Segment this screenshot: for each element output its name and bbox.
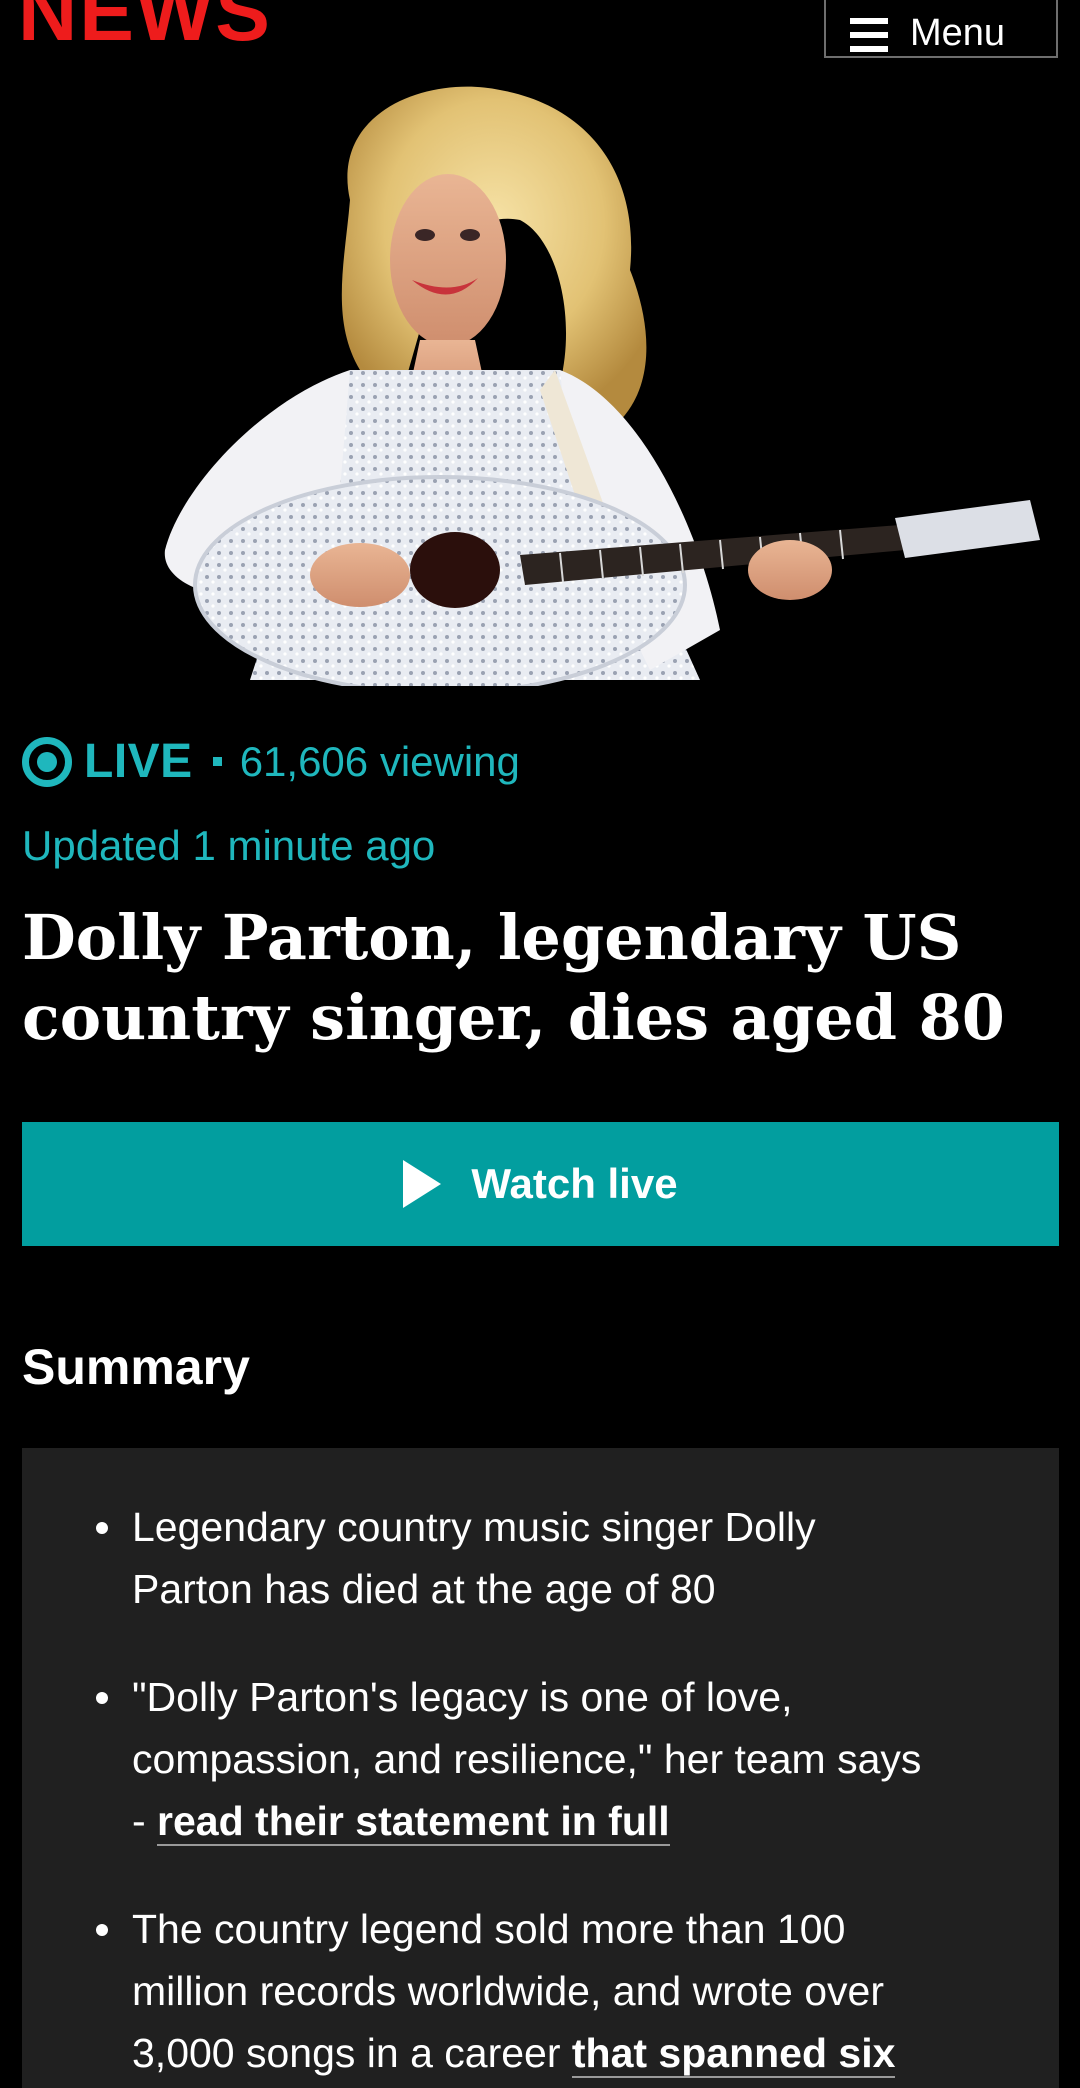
live-label: LIVE bbox=[84, 735, 193, 788]
article-headline: Dolly Parton, legendary US country singe… bbox=[22, 898, 1062, 1058]
menu-button[interactable]: Menu bbox=[824, 0, 1058, 58]
summary-text: "Dolly Parton's legacy is one of love, bbox=[132, 1674, 793, 1720]
separator-square-icon bbox=[212, 757, 222, 766]
summary-text: The country legend sold more than 100 bbox=[132, 1906, 846, 1952]
summary-item: "Dolly Parton's legacy is one of love, c… bbox=[22, 1666, 1059, 1852]
updated-timestamp: Updated 1 minute ago bbox=[22, 822, 436, 869]
watch-live-button[interactable]: Watch live bbox=[22, 1122, 1059, 1246]
photo-dolly-parton-guitar-icon bbox=[0, 70, 1080, 686]
hero-image bbox=[0, 70, 1080, 686]
career-link[interactable]: that spanned six bbox=[571, 2030, 896, 2078]
live-indicator-icon bbox=[22, 736, 72, 787]
summary-box: Legendary country music singer Dolly Par… bbox=[22, 1448, 1059, 2088]
bullet-icon bbox=[96, 1692, 108, 1704]
summary-text: compassion, and resilience," her team sa… bbox=[132, 1736, 922, 1782]
summary-text: - bbox=[132, 1798, 158, 1844]
headline-line-1: Dolly Parton, legendary US bbox=[22, 901, 962, 974]
bullet-icon bbox=[96, 1924, 108, 1936]
summary-text: Legendary country music singer Dolly bbox=[132, 1504, 816, 1550]
viewer-count: 61,606 viewing bbox=[239, 737, 520, 785]
menu-label: Menu bbox=[910, 12, 1006, 54]
site-header: NEWS Menu bbox=[0, 0, 1080, 70]
summary-text: million records worldwide, and wrote ove… bbox=[132, 1968, 884, 2014]
read-statement-link[interactable]: read their statement in full bbox=[157, 1798, 670, 1846]
summary-item: The country legend sold more than 100 mi… bbox=[22, 1898, 1059, 2084]
live-status: LIVE 61,606 viewing bbox=[22, 734, 520, 789]
summary-text: 3,000 songs in a career bbox=[132, 2030, 572, 2076]
news-logo[interactable]: NEWS bbox=[18, 0, 272, 54]
watch-live-label: Watch live bbox=[471, 1160, 678, 1207]
summary-text: Parton has died at the age of 80 bbox=[132, 1566, 716, 1612]
hamburger-menu-icon bbox=[850, 18, 888, 52]
summary-item: Legendary country music singer Dolly Par… bbox=[22, 1496, 1059, 1620]
bullet-icon bbox=[96, 1522, 108, 1534]
summary-list: Legendary country music singer Dolly Par… bbox=[22, 1496, 1059, 2088]
summary-heading: Summary bbox=[22, 1339, 250, 1395]
article-page: NEWS Menu LIVE 61,606 viewing Updated 1 … bbox=[0, 0, 1080, 2088]
headline-line-2: country singer, dies aged 80 bbox=[22, 981, 1005, 1054]
play-icon bbox=[403, 1160, 442, 1208]
